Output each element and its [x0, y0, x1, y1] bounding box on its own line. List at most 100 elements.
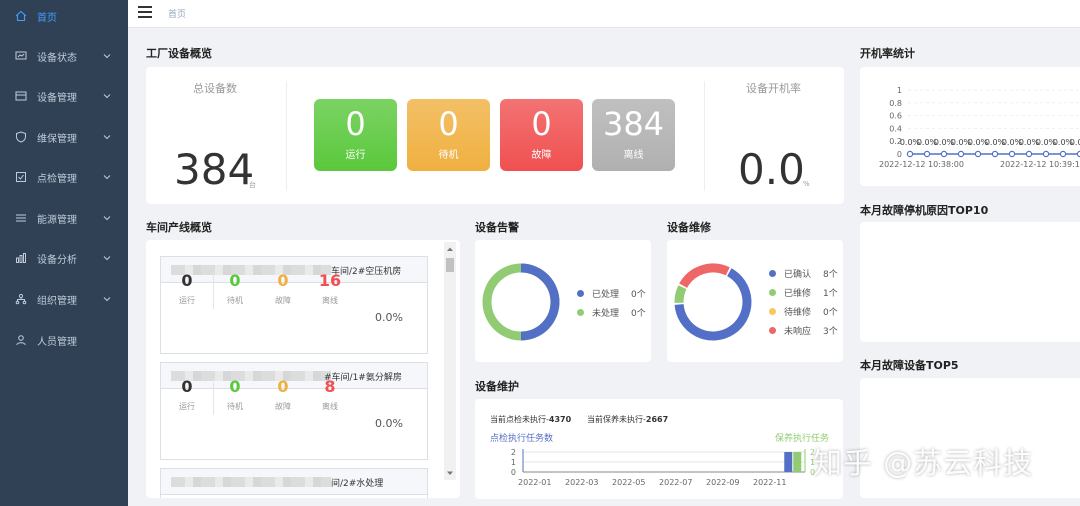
- home-icon: [14, 9, 28, 23]
- sidebar-item-inspection[interactable]: 点检管理: [0, 157, 128, 197]
- uptime-point: [1059, 150, 1067, 158]
- sidebar-item-personnel[interactable]: 人员管理: [0, 320, 128, 360]
- stat-standby: 0 待机: [227, 271, 243, 305]
- chevron-down-icon: [103, 135, 111, 140]
- sidebar-item-device-manage[interactable]: 设备管理: [0, 76, 128, 116]
- x-tick-label: 2022-12-12 10:39:10: [1000, 160, 1080, 169]
- stat-fault: 0 故障: [275, 271, 291, 305]
- legend-confirmed[interactable]: 已确认 8个: [769, 267, 838, 280]
- scroll-down-icon[interactable]: [444, 468, 456, 478]
- y-tick-label-left: 2: [511, 448, 516, 457]
- chevron-down-icon: [103, 94, 111, 99]
- uptime-chart: 00.20.40.60.810.0%0.0%0.0%0.0%0.0%0.0%0.…: [879, 86, 1080, 169]
- workshop-panel[interactable]: 间/2#水处理: [160, 468, 428, 498]
- uptime-point: [923, 150, 931, 158]
- sidebar-item-label: 设备状态: [37, 52, 77, 64]
- bar-inspect: [784, 452, 793, 472]
- menu-toggle-icon[interactable]: [138, 6, 152, 18]
- x-tick-label: 2022-05: [612, 478, 645, 487]
- chevron-down-icon: [103, 256, 111, 261]
- legend-repaired[interactable]: 已维修 1个: [769, 286, 838, 299]
- workshop-scrollbar[interactable]: [444, 242, 456, 480]
- fault-reason-title: 本月故障停机原因TOP10: [860, 204, 989, 217]
- overview-title: 工厂设备概览: [146, 47, 212, 60]
- list-icon: [14, 211, 28, 225]
- shield-icon: [14, 130, 28, 144]
- offline-count: 384: [602, 105, 665, 143]
- alarm-card: 已处理 0个 未处理 0个: [475, 240, 651, 362]
- workshop-panel[interactable]: #车间/1#氨分解房 0 运行 0 待机 0 故障 8 离线 0.0%: [160, 362, 428, 460]
- workshop-panel[interactable]: 车间/2#空压机房 0 运行 0 待机 0 故障 16 离线 0.0%: [160, 256, 428, 354]
- y-tick-label: 1: [897, 86, 902, 95]
- total-devices-value: 384: [174, 145, 255, 194]
- checklist-icon: [14, 170, 28, 184]
- sidebar-item-maintenance[interactable]: 维保管理: [0, 117, 128, 157]
- donut-slice-未响应: [679, 263, 730, 289]
- uptime-title: 开机率统计: [860, 47, 915, 60]
- legend-no-response[interactable]: 未响应 3个: [769, 324, 838, 337]
- scroll-up-icon[interactable]: [444, 244, 456, 254]
- chevron-down-icon: [103, 54, 111, 59]
- sidebar-item-label: 首页: [37, 12, 57, 24]
- total-devices-unit: 台: [249, 181, 256, 189]
- standby-count: 0: [438, 105, 459, 143]
- uptime-point: [1042, 150, 1050, 158]
- org-icon: [14, 292, 28, 306]
- legend-unhandled[interactable]: 未处理 0个: [577, 306, 646, 319]
- sidebar-item-label: 组织管理: [37, 295, 77, 307]
- stat-offline: 8 离线: [322, 377, 338, 411]
- sidebar-item-home[interactable]: 首页: [0, 0, 128, 36]
- status-box-running[interactable]: 0 运行: [314, 99, 397, 171]
- status-box-fault[interactable]: 0 故障: [500, 99, 583, 171]
- chevron-down-icon: [103, 175, 111, 180]
- workshop-name: 间/2#水处理: [331, 479, 384, 489]
- fault-device-title: 本月故障设备TOP5: [860, 359, 959, 372]
- scroll-thumb[interactable]: [446, 258, 454, 272]
- breadcrumb[interactable]: 首页: [168, 7, 186, 20]
- legend-pending[interactable]: 待维修 0个: [769, 305, 838, 318]
- legend-handled[interactable]: 已处理 0个: [577, 287, 646, 300]
- sidebar-item-label: 设备管理: [37, 92, 77, 104]
- uptime-point: [1025, 150, 1033, 158]
- fault-label: 故障: [531, 150, 552, 161]
- stat-offline: 16 离线: [318, 271, 342, 305]
- overview-card: 总设备数 384 台 0 运行 0 待机 0 故障 384 离线 设备开机率 0…: [146, 67, 844, 204]
- sidebar-item-label: 维保管理: [37, 133, 77, 145]
- workshop-title: 车间产线概览: [146, 221, 212, 234]
- stat-fault: 0 故障: [275, 377, 291, 411]
- y-tick-label-left: 0: [511, 468, 516, 477]
- x-tick-label: 2022-07: [659, 478, 692, 487]
- repair-donut: [674, 263, 752, 341]
- monitor-icon: [14, 49, 28, 63]
- uptime-point: [940, 150, 948, 158]
- y-tick-label: 0.6: [889, 112, 902, 121]
- chevron-down-icon: [103, 297, 111, 302]
- status-box-offline[interactable]: 384 离线: [592, 99, 675, 171]
- uptime-point: [957, 150, 965, 158]
- stat-run: 0 运行: [179, 271, 195, 305]
- watermark: 知乎 @苏云科技: [813, 446, 1034, 480]
- y-tick-label: 0: [897, 150, 902, 159]
- x-tick-label: 2022-01: [518, 478, 551, 487]
- user-icon: [14, 333, 28, 347]
- running-count: 0: [345, 105, 366, 143]
- device-icon: [14, 89, 28, 103]
- uptime-point: [974, 150, 982, 158]
- sidebar-item-analysis[interactable]: 设备分析: [0, 238, 128, 278]
- sidebar-item-device-status[interactable]: 设备状态: [0, 36, 128, 76]
- sidebar-item-organization[interactable]: 组织管理: [0, 279, 128, 319]
- top-header: 首页: [128, 0, 1080, 28]
- y-tick-label-left: 1: [511, 458, 516, 467]
- sidebar-item-label: 能源管理: [37, 214, 77, 226]
- status-box-standby[interactable]: 0 待机: [407, 99, 490, 171]
- uptime-card: 0 0.2 0.4 0.6 0.8 1 0.0% 0.0% 0.0% 0.0% 0.0% 0.0% 0.…: [860, 67, 1080, 186]
- y-tick-label: 0.4: [889, 124, 902, 133]
- x-tick-label: 2022-09: [706, 478, 739, 487]
- uptime-rate-value: 0.0: [738, 145, 805, 194]
- alarm-title: 设备告警: [475, 221, 519, 234]
- uptime-rate-unit: %: [803, 180, 810, 188]
- sidebar-item-energy[interactable]: 能源管理: [0, 198, 128, 238]
- sidebar-item-label: 人员管理: [37, 336, 77, 348]
- divider: [286, 81, 287, 191]
- total-devices-label: 总设备数: [193, 82, 237, 95]
